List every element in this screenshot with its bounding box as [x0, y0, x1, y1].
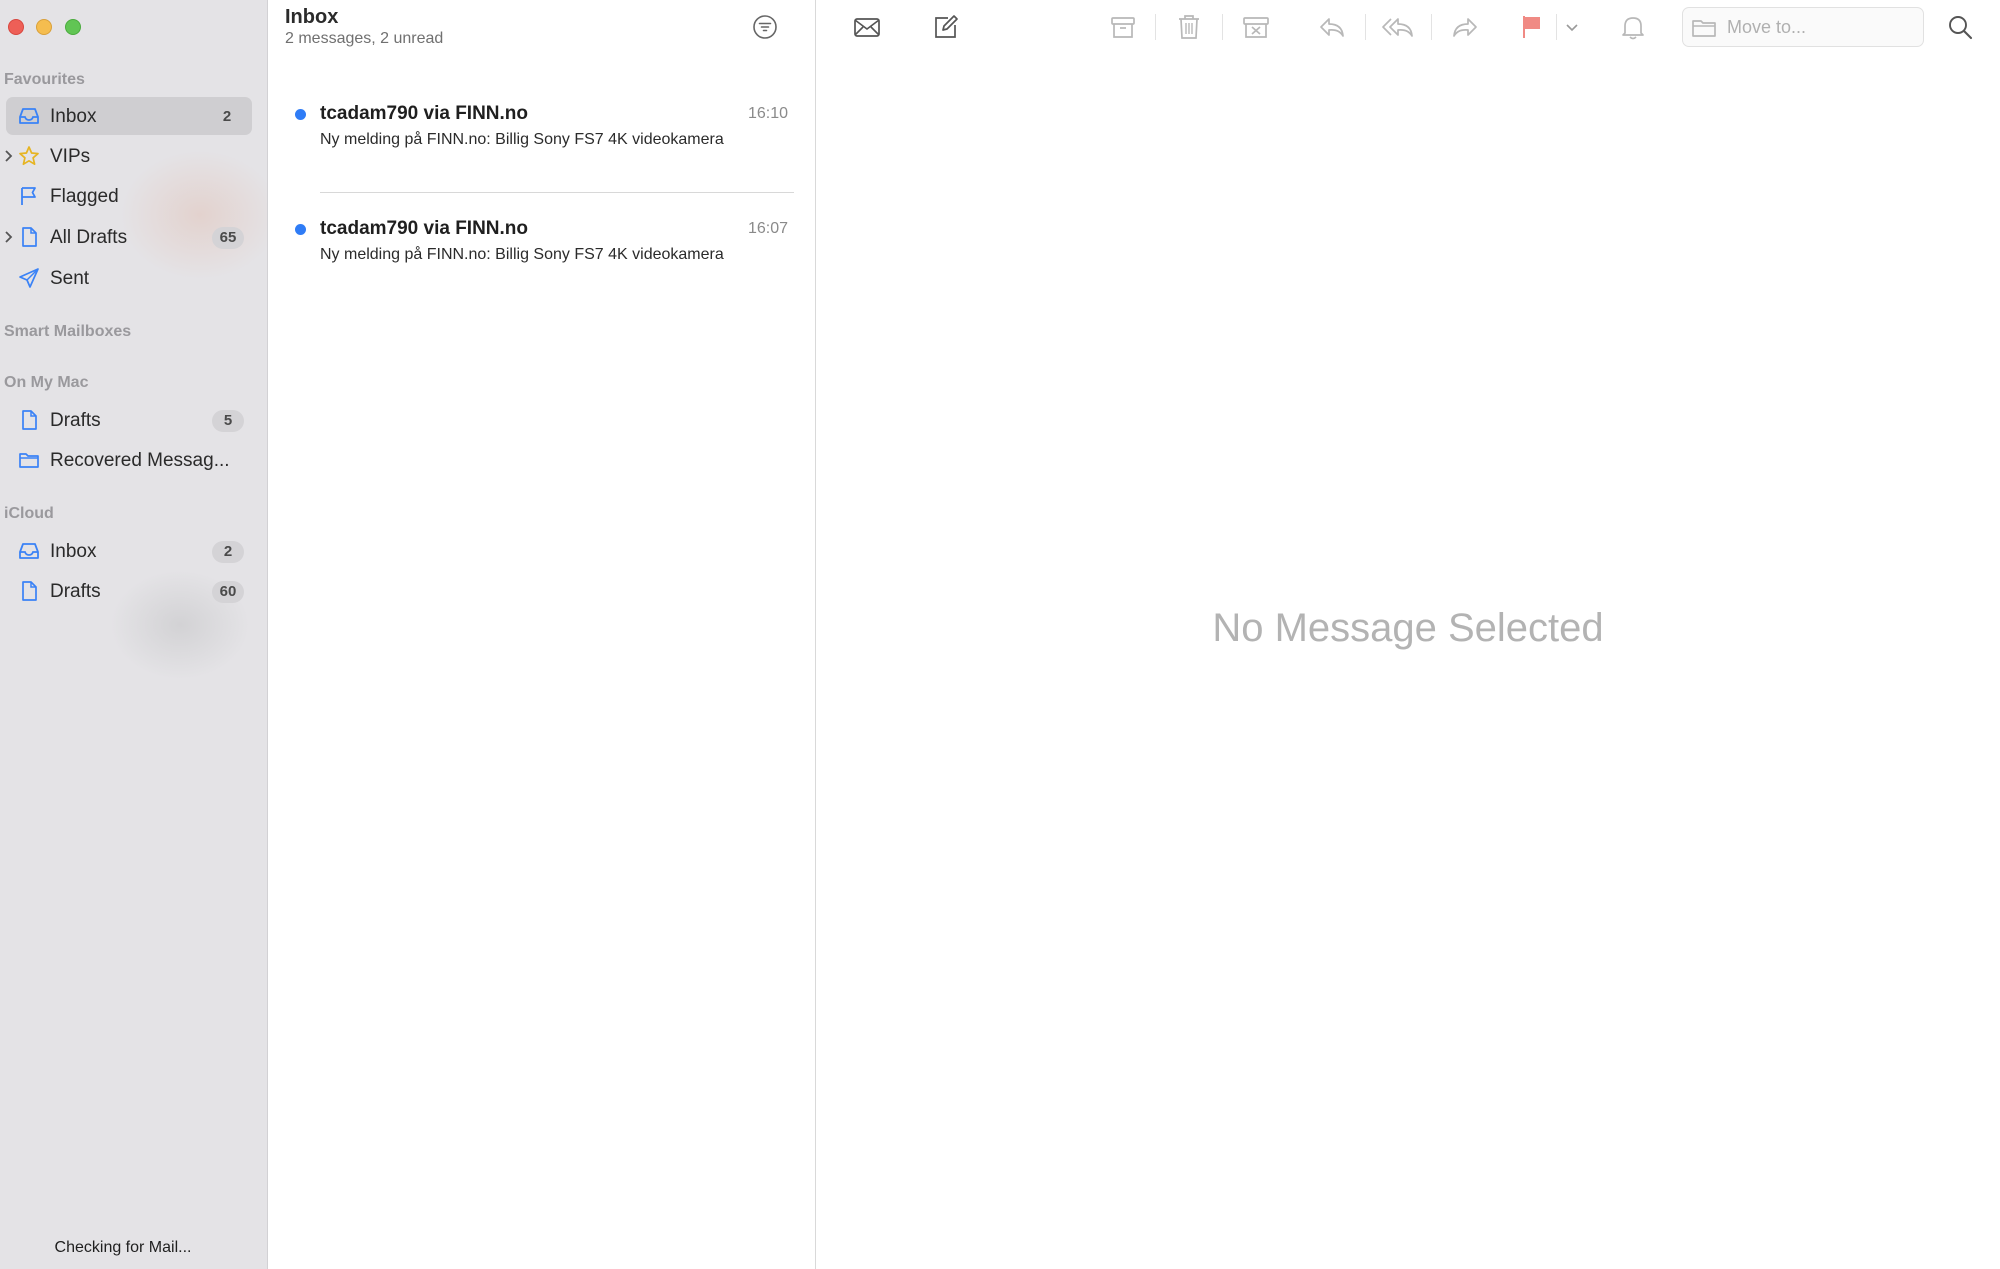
paper-plane-icon	[18, 267, 40, 289]
sidebar-item-all-drafts[interactable]: All Drafts 65	[4, 218, 252, 256]
document-icon	[18, 226, 40, 248]
sidebar-item-label: Inbox	[50, 106, 97, 127]
message-sender: tcadam790 via FINN.no	[320, 103, 529, 124]
sidebar-item-label: Recovered Messag...	[50, 450, 230, 471]
unread-count-badge: 2	[212, 541, 244, 563]
toolbar-divider	[1431, 14, 1432, 40]
zoom-window-button[interactable]	[65, 19, 81, 35]
forward-icon[interactable]	[1448, 10, 1482, 44]
message-time: 16:10	[747, 105, 788, 122]
folder-icon	[1691, 17, 1717, 39]
sidebar-item-label: Sent	[50, 268, 90, 289]
sidebar-item-label: Flagged	[50, 186, 119, 207]
folder-icon	[18, 449, 40, 471]
bell-icon[interactable]	[1616, 10, 1650, 44]
count-badge: 60	[212, 581, 244, 603]
compose-icon[interactable]	[928, 10, 962, 44]
count-badge: 5	[212, 410, 244, 432]
sidebar-item-label: Inbox	[50, 541, 97, 562]
inbox-icon	[18, 540, 40, 562]
message-subject: Ny melding på FINN.no: Billig Sony FS7 4…	[320, 246, 724, 263]
sidebar-item-sent[interactable]: Sent	[6, 259, 252, 297]
close-window-button[interactable]	[8, 19, 24, 35]
sidebar-item-label: Drafts	[50, 581, 101, 602]
inbox-icon	[18, 105, 40, 127]
unread-dot	[295, 109, 306, 120]
chevron-right-icon[interactable]	[4, 150, 14, 162]
move-to-field[interactable]: Move to...	[1682, 7, 1924, 47]
sidebar-item-vips[interactable]: VIPs	[4, 137, 252, 175]
sidebar-item-inbox[interactable]: Inbox 2	[6, 97, 252, 135]
message-sender: tcadam790 via FINN.no	[320, 218, 529, 239]
message-row[interactable]: tcadam790 via FINN.no 16:07 Ny melding p…	[268, 198, 816, 308]
sidebar-item-label: Drafts	[50, 410, 101, 431]
document-icon	[18, 580, 40, 602]
reply-all-icon[interactable]	[1380, 10, 1414, 44]
star-icon	[18, 145, 40, 167]
toolbar-divider	[1365, 14, 1366, 40]
search-icon[interactable]	[1943, 10, 1977, 44]
sidebar-item-icloud-inbox[interactable]: Inbox 2	[6, 532, 252, 570]
message-subject: Ny melding på FINN.no: Billig Sony FS7 4…	[320, 131, 724, 148]
sidebar-item-drafts-local[interactable]: Drafts 5	[6, 401, 252, 439]
message-list: Inbox 2 messages, 2 unread tcadam790 via…	[268, 0, 816, 1269]
section-title-icloud[interactable]: iCloud	[4, 505, 54, 523]
flag-icon[interactable]	[1515, 10, 1549, 44]
get-mail-icon[interactable]	[850, 10, 884, 44]
minimize-window-button[interactable]	[36, 19, 52, 35]
sidebar-item-flagged[interactable]: Flagged	[6, 177, 252, 215]
section-title-on-my-mac[interactable]: On My Mac	[4, 374, 88, 392]
sidebar-item-icloud-drafts[interactable]: Drafts 60	[6, 572, 252, 610]
sidebar: Favourites Inbox 2 VIPs Flagged All Draf…	[0, 0, 268, 1269]
section-title-smart-mailboxes[interactable]: Smart Mailboxes	[4, 323, 131, 341]
toolbar-divider	[1155, 14, 1156, 40]
reply-icon[interactable]	[1315, 10, 1349, 44]
mailbox-title: Inbox	[285, 6, 339, 28]
section-title-favourites: Favourites	[4, 71, 85, 88]
chevron-right-icon[interactable]	[4, 231, 14, 243]
mail-status-text: Checking for Mail...	[54, 1239, 192, 1256]
trash-icon[interactable]	[1172, 10, 1206, 44]
toolbar-divider	[1222, 14, 1223, 40]
mailbox-summary: 2 messages, 2 unread	[285, 30, 444, 47]
message-row[interactable]: tcadam790 via FINN.no 16:10 Ny melding p…	[268, 83, 816, 193]
filter-icon[interactable]	[752, 14, 778, 40]
move-to-placeholder: Move to...	[1727, 17, 1807, 37]
document-icon	[18, 409, 40, 431]
unread-count-badge: 2	[222, 108, 232, 125]
flag-icon	[18, 185, 40, 207]
chevron-down-icon[interactable]	[1561, 10, 1583, 44]
sidebar-item-label: All Drafts	[50, 227, 128, 248]
unread-dot	[295, 224, 306, 235]
count-badge: 65	[212, 227, 244, 249]
archive-icon[interactable]	[1106, 10, 1140, 44]
no-message-selected-text: No Message Selected	[1212, 606, 1604, 650]
junk-icon[interactable]	[1239, 10, 1273, 44]
reading-pane: Move to... No Message Selected	[816, 0, 2000, 1269]
sidebar-item-label: VIPs	[50, 146, 91, 167]
sidebar-item-recovered-messages[interactable]: Recovered Messag...	[6, 441, 252, 479]
toolbar-divider	[1556, 14, 1557, 40]
message-time: 16:07	[747, 220, 788, 237]
row-divider	[320, 192, 794, 193]
